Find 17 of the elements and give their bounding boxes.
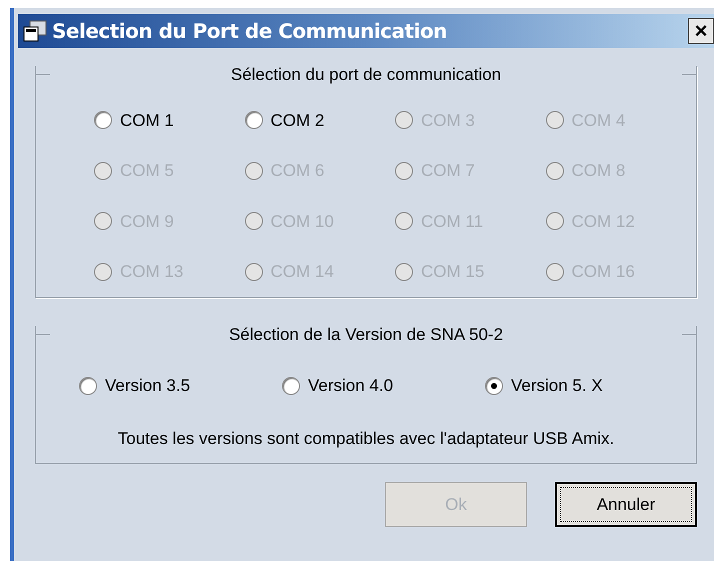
- group-title: Sélection de la Version de SNA 50-2: [228, 324, 504, 346]
- dialog-button[interactable]: Annuler: [555, 482, 697, 527]
- radio-label: COM 2: [270, 110, 324, 132]
- radio-button[interactable]: [79, 376, 97, 395]
- compatibility-note: Toutes les versions sont compatibles avec l'adaptateur USB Amix.: [116, 428, 616, 450]
- radio-button[interactable]: [94, 111, 112, 130]
- radio-button[interactable]: [244, 111, 262, 130]
- radio-label: Version 4.0: [308, 375, 394, 397]
- group-title: Sélection du port de communication: [230, 64, 502, 86]
- window-title: Selection du Port de Communication: [52, 18, 447, 45]
- radio-label: COM 1: [120, 110, 174, 132]
- radio-label: Version 3.5: [105, 375, 190, 397]
- close-button[interactable]: ×: [688, 18, 714, 44]
- window-icon: [22, 19, 48, 43]
- radio-button[interactable]: [485, 376, 503, 395]
- radio-label: Version 5. X: [511, 375, 603, 397]
- radio-button[interactable]: [282, 376, 300, 395]
